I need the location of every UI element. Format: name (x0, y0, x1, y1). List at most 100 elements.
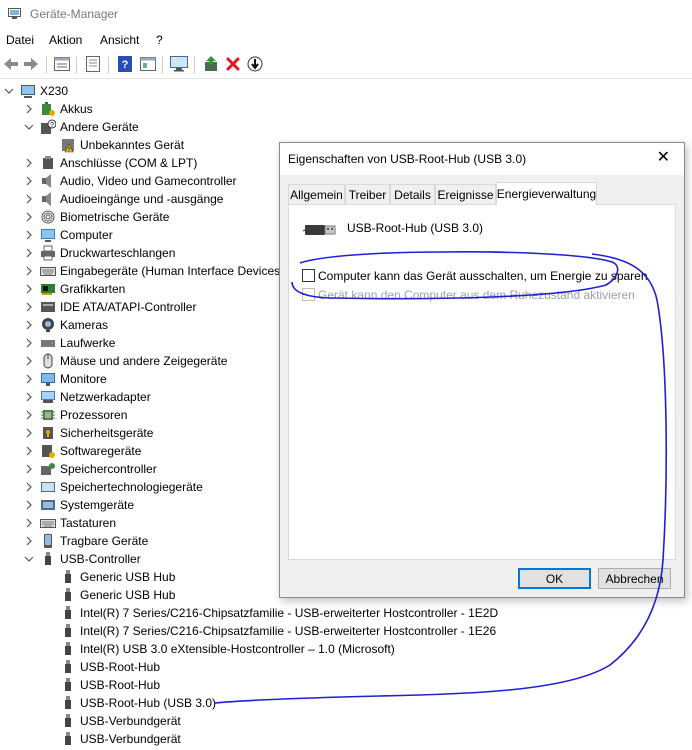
back-icon[interactable] (2, 55, 20, 73)
chevron-right-icon[interactable] (24, 464, 34, 474)
tree-item-label: Computer (60, 228, 113, 242)
scan-hardware-icon[interactable] (246, 55, 264, 73)
update-driver-icon[interactable] (202, 55, 220, 73)
chevron-right-icon[interactable] (24, 302, 34, 312)
chevron-right-icon[interactable] (24, 482, 34, 492)
chevron-right-icon[interactable] (24, 194, 34, 204)
tree-item-label: Intel(R) 7 Series/C216-Chipsatzfamilie -… (80, 624, 497, 638)
battery-icon (40, 101, 56, 117)
device-manager-icon (8, 8, 21, 19)
chevron-right-icon[interactable] (24, 428, 34, 438)
monitor-icon[interactable] (170, 55, 188, 73)
tree-item-usb-root-hub-usb-3-0[interactable]: USB-Root-Hub (USB 3.0) (0, 694, 692, 712)
tree-item-label: USB-Controller (60, 552, 141, 566)
graphics-card-icon (40, 281, 56, 297)
menu-datei[interactable]: Datei (6, 33, 34, 47)
tree-item-akkus[interactable]: Akkus (0, 100, 692, 118)
tree-item-label: Grafikkarten (60, 282, 126, 296)
power-off-label: Computer kann das Gerät ausschalten, um … (318, 269, 648, 283)
tree-item-label: Laufwerke (60, 336, 116, 350)
tree-item-usb-root-hub[interactable]: USB-Root-Hub (0, 676, 692, 694)
svg-text:?: ? (122, 59, 129, 71)
chevron-right-icon[interactable] (24, 356, 34, 366)
tab-ereignisse[interactable]: Ereignisse (435, 184, 496, 204)
view-icon[interactable] (139, 55, 157, 73)
tab-allgemein[interactable]: Allgemein (288, 184, 345, 204)
tab-treiber[interactable]: Treiber (345, 184, 390, 204)
chevron-right-icon[interactable] (24, 338, 34, 348)
tree-item-usb-verbundgerät[interactable]: USB-Verbundgerät (0, 730, 692, 748)
chevron-right-icon[interactable] (24, 446, 34, 456)
chevron-right-icon[interactable] (24, 176, 34, 186)
chevron-right-icon[interactable] (24, 392, 34, 402)
usb-icon (60, 623, 76, 639)
chevron-right-icon[interactable] (24, 536, 34, 546)
chevron-right-icon[interactable] (24, 518, 34, 528)
chevron-down-icon[interactable] (4, 86, 14, 96)
properties-dialog: Eigenschaften von USB-Root-Hub (USB 3.0)… (279, 142, 685, 598)
tree-item-intel-r-7-series-c216-chipsatzfamilie-usb-erweiterter-hostcontroller-1e2d[interactable]: Intel(R) 7 Series/C216-Chipsatzfamilie -… (0, 604, 692, 622)
chevron-right-icon[interactable] (24, 374, 34, 384)
chevron-right-icon[interactable] (24, 230, 34, 240)
svg-text:!: ! (68, 148, 70, 154)
properties-icon[interactable] (53, 55, 71, 73)
usb-icon (60, 641, 76, 657)
tree-item-label: Prozessoren (60, 408, 128, 422)
ok-button[interactable]: OK (518, 568, 591, 589)
chevron-right-icon[interactable] (24, 158, 34, 168)
chevron-right-icon[interactable] (24, 410, 34, 420)
menu-ansicht[interactable]: Ansicht (100, 33, 139, 47)
usb-icon (40, 551, 56, 567)
dialog-title: Eigenschaften von USB-Root-Hub (USB 3.0) (288, 152, 527, 166)
tree-item-label: Sicherheitsgeräte (60, 426, 154, 440)
tree-item-label: Eingabegeräte (Human Interface Devices) (60, 264, 285, 278)
chevron-right-icon[interactable] (24, 500, 34, 510)
tree-item-intel-r-7-series-c216-chipsatzfamilie-usb-erweiterter-hostcontroller-1e26[interactable]: Intel(R) 7 Series/C216-Chipsatzfamilie -… (0, 622, 692, 640)
chevron-right-icon[interactable] (24, 248, 34, 258)
tree-item-usb-verbundgerät[interactable]: USB-Verbundgerät (0, 712, 692, 730)
usb-icon (60, 587, 76, 603)
chevron-down-icon[interactable] (24, 122, 34, 132)
chevron-right-icon[interactable] (24, 212, 34, 222)
power-off-checkbox[interactable] (302, 269, 315, 282)
menu-bar: Datei Aktion Ansicht ? (0, 30, 692, 50)
portable-device-icon (40, 533, 56, 549)
camera-icon (40, 317, 56, 333)
close-icon[interactable]: ✕ (657, 150, 670, 166)
tab-details[interactable]: Details (390, 184, 435, 204)
tree-item-label: Netzwerkadapter (60, 390, 151, 404)
tree-item-label: Kameras (60, 318, 109, 332)
cancel-button[interactable]: Abbrechen (598, 568, 671, 589)
tree-item-label: USB-Verbundgerät (80, 714, 181, 728)
menu-aktion[interactable]: Aktion (49, 33, 82, 47)
tree-item-label: Tragbare Geräte (60, 534, 149, 548)
tree-item-label: Generic USB Hub (80, 588, 176, 602)
wake-computer-checkbox (302, 288, 315, 301)
usb-connector-icon (303, 225, 336, 235)
chevron-right-icon[interactable] (24, 104, 34, 114)
chevron-right-icon[interactable] (24, 266, 34, 276)
forward-icon[interactable] (22, 55, 40, 73)
tree-item-label: USB-Root-Hub (80, 660, 161, 674)
disk-drive-icon (40, 335, 56, 351)
tab-energieverwaltung[interactable]: Energieverwaltung (496, 182, 597, 205)
tree-item-andere-geräte[interactable]: ? Andere Geräte (0, 118, 692, 136)
ide-controller-icon (40, 299, 56, 315)
svg-text:?: ? (50, 122, 54, 129)
tree-item-usb-root-hub[interactable]: USB-Root-Hub (0, 658, 692, 676)
keyboard-icon (40, 515, 56, 531)
menu-help[interactable]: ? (156, 33, 163, 47)
tree-item-root[interactable]: X230 (0, 82, 692, 100)
tree-item-intel-r-usb-3-0-extensible-hostcontroller-1-0-microsoft[interactable]: Intel(R) USB 3.0 eXtensible-Hostcontroll… (0, 640, 692, 658)
tree-item-label: USB-Root-Hub (USB 3.0) (80, 696, 217, 710)
uninstall-icon[interactable] (224, 55, 242, 73)
network-adapter-icon (40, 389, 56, 405)
chevron-down-icon[interactable] (24, 554, 34, 564)
help-icon[interactable]: ? (116, 55, 134, 73)
chevron-right-icon[interactable] (24, 284, 34, 294)
tree-item-label: Unbekanntes Gerät (80, 138, 185, 152)
list-icon[interactable] (84, 55, 102, 73)
chevron-right-icon[interactable] (24, 320, 34, 330)
software-device-icon (40, 443, 56, 459)
device-name: USB-Root-Hub (USB 3.0) (347, 221, 484, 235)
